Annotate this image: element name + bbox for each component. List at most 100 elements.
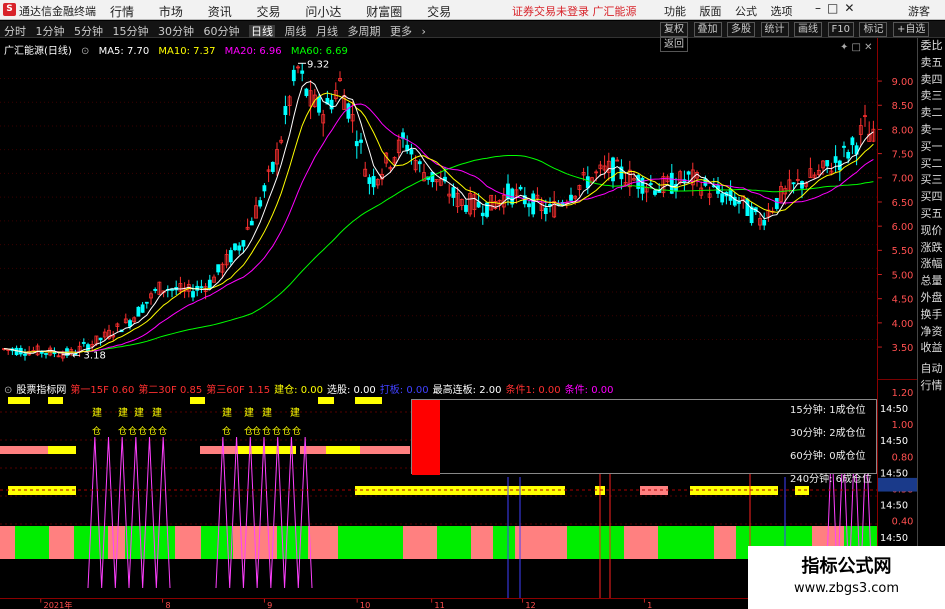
trend-band <box>15 526 49 559</box>
menu-news[interactable]: 资讯 <box>208 5 232 19</box>
side-item[interactable]: 买四 <box>918 189 945 206</box>
menu-quotes[interactable]: 行情 <box>110 5 134 19</box>
side-item[interactable]: 自动 <box>918 361 945 378</box>
candle-body <box>354 141 359 147</box>
candlestick-chart[interactable]: 9.32 ← 3.18 ✦ □ ✕ <box>0 38 877 381</box>
menu-trade-2[interactable]: 交易 <box>427 5 451 19</box>
signal-block <box>318 397 334 404</box>
tab-60min[interactable]: 60分钟 <box>204 25 240 38</box>
side-item[interactable]: 卖一 <box>918 122 945 139</box>
login-notice[interactable]: 证券交易未登录 广汇能源 <box>512 3 637 19</box>
guest-label[interactable]: 游客 <box>908 3 930 19</box>
overlay-button[interactable]: 叠加 <box>693 22 722 37</box>
build-label: 建 <box>290 406 300 419</box>
tab-intraday[interactable]: 分时 <box>4 25 26 38</box>
candle-body <box>737 201 741 204</box>
candle-body <box>317 96 321 113</box>
side-item[interactable]: 卖四 <box>918 72 945 89</box>
candle-body <box>409 149 414 155</box>
side-item[interactable]: 总量 <box>918 273 945 290</box>
build-label: 建 <box>118 406 128 419</box>
build-label: 建 <box>134 406 144 419</box>
add-watchlist-button[interactable]: +自选 <box>892 22 930 37</box>
menu-function[interactable]: 功能 <box>664 5 686 18</box>
draw-line-button[interactable]: 画线 <box>794 22 822 37</box>
menu-market[interactable]: 市场 <box>159 5 183 19</box>
candle-body <box>216 264 221 273</box>
side-item[interactable]: 委比 <box>918 38 945 55</box>
menu-layout[interactable]: 版面 <box>700 5 722 18</box>
side-item[interactable]: 买五 <box>918 206 945 223</box>
stats-button[interactable]: 统计 <box>760 22 789 37</box>
candle-body <box>191 291 195 298</box>
side-item[interactable]: 现价 <box>918 223 945 240</box>
build-label: 建 <box>152 406 162 419</box>
side-item[interactable]: 卖五 <box>918 55 945 72</box>
side-item[interactable]: 收益 <box>918 340 945 357</box>
date-label: 10 <box>360 600 370 609</box>
close-icon[interactable]: ✕ <box>844 1 860 15</box>
tab-30min[interactable]: 30分钟 <box>158 25 194 38</box>
stock-label: 广汇能源(日线) <box>4 46 72 57</box>
build-label: 建 <box>92 406 102 419</box>
side-item[interactable]: 买一 <box>918 139 945 156</box>
menu-assistant[interactable]: 问小达 <box>305 5 341 19</box>
app-logo-icon: S <box>3 3 16 16</box>
side-item[interactable]: 换手 <box>918 307 945 324</box>
indicator-axis-label: 1.20 <box>892 388 914 399</box>
candle-body <box>791 182 796 185</box>
tab-daily[interactable]: 日线 <box>249 25 275 38</box>
maximize-icon[interactable]: □ <box>827 1 844 15</box>
low-label: ← 3.18 <box>72 351 106 362</box>
side-item[interactable]: 买二 <box>918 156 945 173</box>
trend-band <box>437 526 471 559</box>
side-item[interactable]: 行情 <box>918 378 945 395</box>
menu-trade[interactable]: 交易 <box>257 5 281 19</box>
window-buttons: –□✕ <box>815 1 860 15</box>
signal-bar <box>326 446 360 454</box>
side-item[interactable]: 买三 <box>918 172 945 189</box>
price-label: 4.00 <box>892 319 914 330</box>
f10-button[interactable]: F10 <box>827 22 854 37</box>
side-item[interactable]: 涨幅 <box>918 256 945 273</box>
side-item[interactable]: 卖二 <box>918 105 945 122</box>
position-row-60: 60分钟: 0成仓位 <box>790 451 866 462</box>
trend-band <box>601 526 624 559</box>
settings-icon[interactable]: ⊙ <box>81 46 89 57</box>
side-item[interactable]: 卖三 <box>918 88 945 105</box>
indicator-axis-label: 14:50 <box>880 501 908 512</box>
signal-bar <box>200 446 236 454</box>
candle-body <box>653 190 657 195</box>
ma-legend: 广汇能源(日线) ⊙ MA5: 7.70 MA10: 7.37 MA20: 6.… <box>4 42 354 57</box>
tab-more[interactable]: 更多 › <box>390 25 426 38</box>
menu-formula[interactable]: 公式 <box>735 5 757 18</box>
side-item[interactable]: 外盘 <box>918 290 945 307</box>
tab-weekly[interactable]: 周线 <box>285 25 307 38</box>
tab-1min[interactable]: 1分钟 <box>36 25 65 38</box>
trend-band <box>383 526 397 559</box>
candle-body <box>291 69 296 82</box>
candle-body <box>527 203 531 208</box>
candle-body <box>136 306 141 317</box>
multi-stock-button[interactable]: 多股 <box>727 22 755 37</box>
candle-body <box>850 137 855 146</box>
menu-options[interactable]: 选项 <box>771 5 793 18</box>
tab-multi-period[interactable]: 多周期 <box>348 25 381 38</box>
indicator-axis-label: 14:50 <box>880 404 908 415</box>
trend-band <box>736 526 747 559</box>
side-item[interactable]: 净资 <box>918 324 945 341</box>
tab-15min[interactable]: 15分钟 <box>113 25 149 38</box>
side-item[interactable]: 涨跌 <box>918 240 945 257</box>
menu-wealth[interactable]: 财富圈 <box>366 5 402 19</box>
tab-5min[interactable]: 5分钟 <box>74 25 103 38</box>
candle-body <box>800 181 804 189</box>
candle-body <box>199 286 204 289</box>
candle-body <box>329 99 334 110</box>
minimize-icon[interactable]: – <box>815 1 827 15</box>
candle-body <box>233 243 237 251</box>
tab-monthly[interactable]: 月线 <box>316 25 338 38</box>
mark-button[interactable]: 标记 <box>859 22 888 37</box>
candle-body <box>237 245 242 251</box>
trend-band <box>397 526 403 559</box>
adjust-button[interactable]: 复权 <box>660 22 688 37</box>
